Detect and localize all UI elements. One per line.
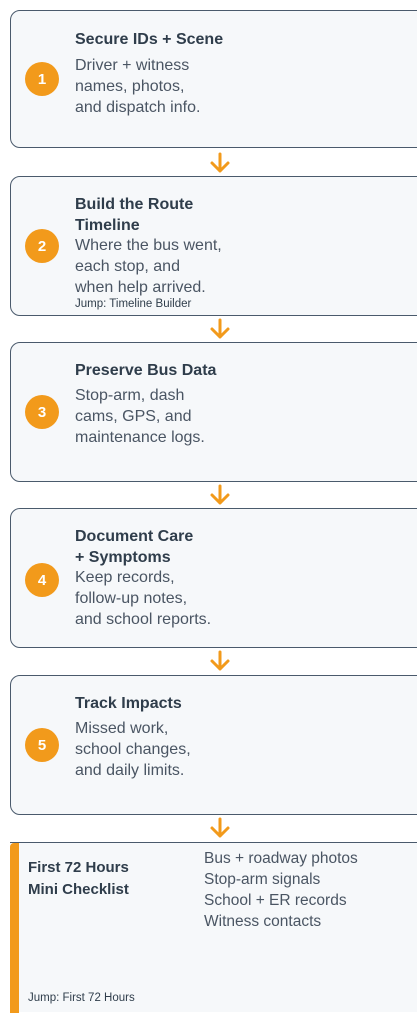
step-card-1: Secure IDs + Scene 1 Driver + witness na… <box>10 10 417 148</box>
step-card-3: Preserve Bus Data 3 Stop-arm, dash cams,… <box>10 342 417 482</box>
arrow-down-icon <box>210 484 230 505</box>
arrow-down-icon <box>210 650 230 671</box>
step-description: Stop-arm, dash cams, GPS, and maintenanc… <box>75 387 205 446</box>
first-72-hours-link[interactable]: Jump: First 72 Hours <box>28 992 135 1004</box>
step-number-badge: 4 <box>25 563 59 597</box>
step-card-4: Document Care + Symptoms 4 Keep records,… <box>10 508 417 648</box>
arrow-down-icon <box>210 318 230 339</box>
checklist-title: First 72 Hours Mini Checklist <box>28 859 129 898</box>
checklist-item: Witness contacts <box>204 913 322 930</box>
step-title: Track Impacts <box>75 695 182 712</box>
first-72-hours-checklist: First 72 Hours Mini Checklist Bus + road… <box>10 842 417 1013</box>
checklist-item: Bus + roadway photos <box>204 850 358 867</box>
arrow-down-icon <box>210 152 230 173</box>
step-card-5: Track Impacts 5 Missed work, school chan… <box>10 675 417 815</box>
timeline-builder-link[interactable]: Jump: Timeline Builder <box>75 298 191 310</box>
step-number-badge: 2 <box>25 229 59 263</box>
step-description: Keep records, follow-up notes, and schoo… <box>75 569 212 628</box>
step-description: Driver + witness names, photos, and disp… <box>75 57 201 116</box>
checklist-items: Bus + roadway photos Stop-arm signals Sc… <box>204 848 358 932</box>
step-number-badge: 3 <box>25 395 59 429</box>
step-number-badge: 5 <box>25 728 59 762</box>
step-title: Build the Route Timeline <box>75 196 194 234</box>
arrow-down-icon <box>210 817 230 838</box>
step-title: Document Care + Symptoms <box>75 528 194 566</box>
accent-bar <box>10 843 19 1013</box>
checklist-item: Stop-arm signals <box>204 871 321 888</box>
checklist-item: School + ER records <box>204 892 347 909</box>
step-description: Missed work, school changes, and daily l… <box>75 720 191 779</box>
step-description: Where the bus went, each stop, and when … <box>75 237 222 296</box>
step-card-2[interactable]: Build the Route Timeline 2 Where the bus… <box>10 176 417 316</box>
step-number-badge: 1 <box>25 62 59 96</box>
step-title: Secure IDs + Scene <box>75 31 224 48</box>
step-title: Preserve Bus Data <box>75 362 217 379</box>
